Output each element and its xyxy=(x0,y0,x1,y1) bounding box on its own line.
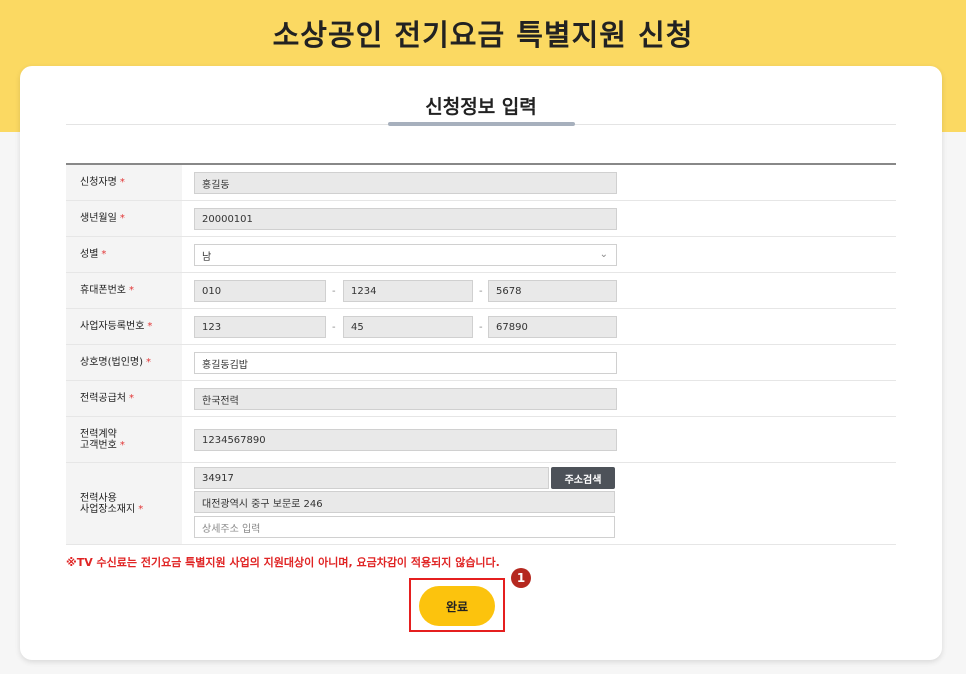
business-number-separator: - xyxy=(479,322,483,333)
birth-date-label: 생년월일 * xyxy=(66,201,182,236)
applicant-name-label: 신청자명 * xyxy=(66,165,182,200)
required-mark: * xyxy=(119,177,125,188)
row-gender: 성별 * 남 ⌄ xyxy=(66,237,896,273)
required-mark: * xyxy=(129,393,134,404)
phone-separator: - xyxy=(479,286,483,297)
row-applicant-name: 신청자명 * 홍길동 xyxy=(66,165,896,201)
phone-label: 휴대폰번호 * xyxy=(66,273,182,308)
business-number-part3-input[interactable]: 67890 xyxy=(488,316,617,338)
road-address-input[interactable]: 대전광역시 중구 보문로 246 xyxy=(194,491,615,513)
required-mark: * xyxy=(138,503,144,515)
row-business-number: 사업자등록번호 * 123 - 45 - 67890 xyxy=(66,309,896,345)
company-name-input[interactable]: 홍길동김밥 xyxy=(194,352,617,374)
business-number-part2-input[interactable]: 45 xyxy=(343,316,473,338)
submit-button[interactable]: 완료 xyxy=(419,586,495,626)
zipcode-input[interactable]: 34917 xyxy=(194,467,549,489)
address-label: 전력사용 사업장소재지 * xyxy=(66,463,182,544)
required-mark: * xyxy=(101,249,107,260)
page: 소상공인 전기요금 특별지원 신청 신청정보 입력 신청자명 * 홍길동 생년월일… xyxy=(0,0,966,674)
required-mark: * xyxy=(147,321,153,332)
birth-date-input[interactable]: 20000101 xyxy=(194,208,617,230)
business-number-label: 사업자등록번호 * xyxy=(66,309,182,344)
phone-separator: - xyxy=(332,286,336,297)
tv-fee-notice: ※TV 수신료는 전기요금 특별지원 사업의 지원대상이 아니며, 요금차감이 … xyxy=(66,556,500,569)
row-power-supplier: 전력공급처 * 한국전력 xyxy=(66,381,896,417)
step-badge: 1 xyxy=(511,568,531,588)
power-supplier-label: 전력공급처 * xyxy=(66,381,182,416)
chevron-down-icon: ⌄ xyxy=(599,249,608,260)
gender-selected-value: 남 xyxy=(202,251,212,263)
business-number-part1-input[interactable]: 123 xyxy=(194,316,326,338)
applicant-name-input[interactable]: 홍길동 xyxy=(194,172,617,194)
gender-label: 성별 * xyxy=(66,237,182,272)
power-supplier-input[interactable]: 한국전력 xyxy=(194,388,617,410)
row-customer-number: 전력계약 고객번호 * 1234567890 xyxy=(66,417,896,463)
phone-part3-input[interactable]: 5678 xyxy=(488,280,617,302)
gender-select[interactable]: 남 ⌄ xyxy=(194,244,617,266)
required-mark: * xyxy=(129,285,134,296)
row-phone: 휴대폰번호 * 010 - 1234 - 5678 xyxy=(66,273,896,309)
card-title: 신청정보 입력 xyxy=(425,96,537,118)
business-number-separator: - xyxy=(332,322,336,333)
required-mark: * xyxy=(146,357,152,368)
row-address: 전력사용 사업장소재지 * 34917 주소검색 대전광역시 중구 보문로 246 … xyxy=(66,463,896,545)
row-birth-date: 생년월일 * 20000101 xyxy=(66,201,896,237)
application-form: 신청자명 * 홍길동 생년월일 * 20000101 성별 * 남 ⌄ 휴대폰번… xyxy=(66,163,896,545)
phone-part1-input[interactable]: 010 xyxy=(194,280,326,302)
phone-part2-input[interactable]: 1234 xyxy=(343,280,473,302)
page-title: 소상공인 전기요금 특별지원 신청 xyxy=(272,18,694,52)
address-search-button[interactable]: 주소검색 xyxy=(551,467,615,489)
customer-number-input[interactable]: 1234567890 xyxy=(194,429,617,451)
required-mark: * xyxy=(119,439,125,451)
company-name-label: 상호명(법인명) * xyxy=(66,345,182,380)
row-company-name: 상호명(법인명) * 홍길동김밥 xyxy=(66,345,896,381)
customer-number-label: 전력계약 고객번호 * xyxy=(66,417,182,462)
title-underline xyxy=(388,122,575,126)
application-card: 신청정보 입력 신청자명 * 홍길동 생년월일 * 20000101 성별 * … xyxy=(20,66,942,660)
detail-address-input[interactable]: 상세주소 입력 xyxy=(194,516,615,538)
required-mark: * xyxy=(119,213,125,224)
submit-highlight: 완료 xyxy=(409,578,505,632)
